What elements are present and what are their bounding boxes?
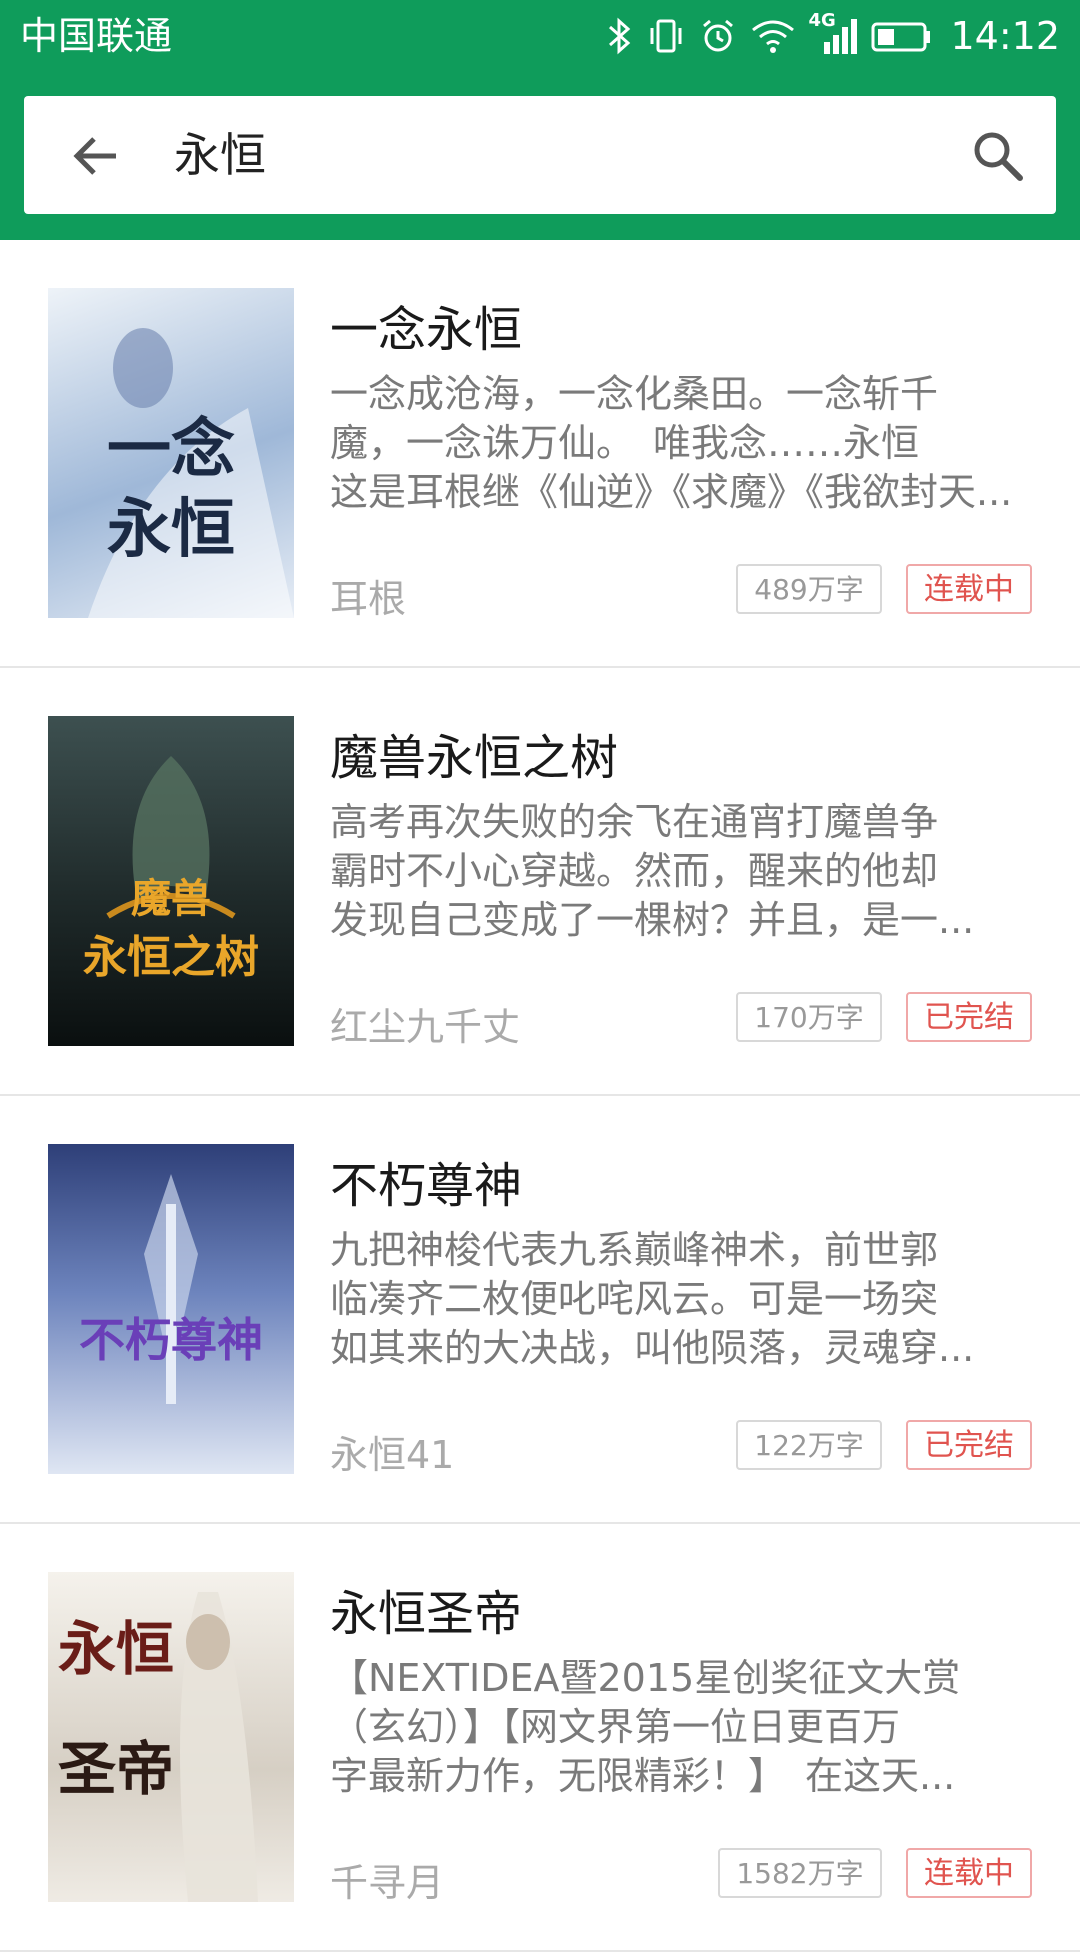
bluetooth-icon — [609, 17, 631, 55]
word-count-badge: 1582万字 — [718, 1848, 882, 1898]
book-author: 红尘九千丈 — [330, 1005, 521, 1049]
book-title: 不朽尊神 — [330, 1158, 523, 1214]
search-button[interactable] — [960, 118, 1036, 194]
cover-title: 永恒之树 — [83, 932, 259, 983]
book-author: 耳根 — [330, 577, 407, 621]
app-bar: 永恒 — [0, 72, 1080, 240]
book-title: 魔兽永恒之树 — [330, 730, 619, 786]
word-count-badge: 170万字 — [736, 992, 882, 1042]
book-author: 千寻月 — [330, 1861, 445, 1905]
back-button[interactable] — [60, 120, 132, 192]
book-author: 永恒41 — [330, 1433, 455, 1477]
status-badge: 连载中 — [906, 564, 1032, 614]
word-count-badge: 489万字 — [736, 564, 882, 614]
book-item[interactable]: 永恒 圣帝 永恒圣帝 【NEXTIDEA暨2015星创奖征文大赏 （玄幻）】【网… — [0, 1524, 1080, 1952]
book-cover: 不朽尊神 — [48, 1144, 294, 1474]
book-description: 高考再次失败的余飞在通宵打魔兽争 霸时不小心穿越。然而，醒来的他却 发现自己变成… — [330, 800, 975, 942]
search-box: 永恒 — [24, 96, 1056, 214]
book-title: 一念永恒 — [330, 302, 523, 358]
book-description: 一念成沧海，一念化桑田。一念斩千 魔，一念诛万仙。 唯我念……永恒 这是耳根继《… — [330, 372, 1013, 514]
book-cover: 一念 永恒 — [48, 288, 294, 618]
status-badge: 连载中 — [906, 1848, 1032, 1898]
book-item[interactable]: 魔兽 永恒之树 魔兽永恒之树 高考再次失败的余飞在通宵打魔兽争 霸时不小心穿越。… — [0, 668, 1080, 1096]
vibrate-icon — [650, 19, 682, 53]
book-cover: 魔兽 永恒之树 — [48, 716, 294, 1046]
status-badge: 已完结 — [906, 992, 1032, 1042]
cover-title: 一念 — [107, 412, 235, 487]
cover-title: 不朽尊神 — [79, 1313, 263, 1367]
search-results-list: 一念 永恒 一念永恒 一念成沧海，一念化桑田。一念斩千 魔，一念诛万仙。 唯我念… — [0, 240, 1080, 1952]
alarm-icon — [703, 19, 734, 52]
book-description: 【NEXTIDEA暨2015星创奖征文大赏 （玄幻）】【网文界第一位日更百万 字… — [330, 1656, 961, 1798]
cover-title: 永恒 — [57, 1615, 174, 1683]
search-icon — [974, 132, 1023, 181]
book-cover: 永恒 圣帝 — [48, 1572, 294, 1902]
carrier-name: 中国联通 — [20, 14, 173, 58]
wifi-icon — [752, 20, 795, 53]
status-icons: 4G 14:12 — [606, 10, 1060, 62]
status-bar: 中国联通 4G 14:12 — [0, 0, 1080, 72]
book-title: 永恒圣帝 — [330, 1586, 523, 1642]
signal-icon: 4G — [808, 10, 858, 56]
clock: 14:12 — [950, 14, 1060, 58]
word-count-badge: 122万字 — [736, 1420, 882, 1470]
book-description: 九把神梭代表九系巅峰神术，前世郭 临凑齐二枚便叱咤风云。可是一场突 如其来的大决… — [330, 1228, 975, 1370]
cover-title: 魔兽 — [131, 875, 211, 922]
cover-title: 圣帝 — [57, 1735, 174, 1803]
book-item[interactable]: 不朽尊神 不朽尊神 九把神梭代表九系巅峰神术，前世郭 临凑齐二枚便叱咤风云。可是… — [0, 1096, 1080, 1524]
search-input[interactable]: 永恒 — [174, 96, 266, 214]
cover-title: 永恒 — [107, 492, 235, 567]
book-item[interactable]: 一念 永恒 一念永恒 一念成沧海，一念化桑田。一念斩千 魔，一念诛万仙。 唯我念… — [0, 240, 1080, 668]
battery-icon — [871, 22, 931, 52]
arrow-left-icon — [73, 137, 116, 175]
status-badge: 已完结 — [906, 1420, 1032, 1470]
